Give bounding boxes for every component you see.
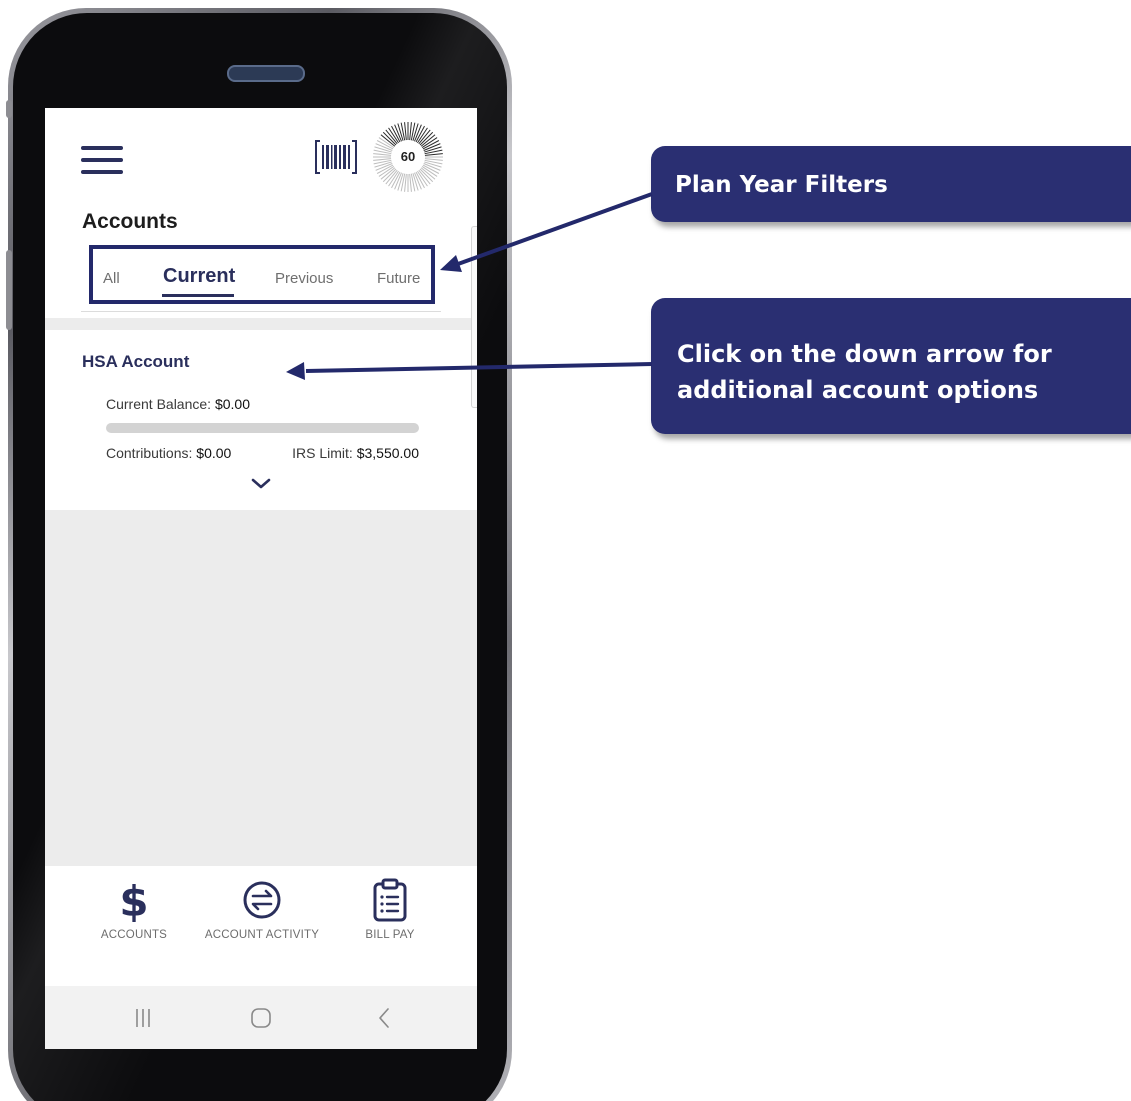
irs-limit-value: $3,550.00 [356, 445, 419, 461]
nav-bill-pay-label: BILL PAY [365, 929, 415, 941]
tabs-highlight-box [89, 245, 435, 304]
balance-value: $0.00 [214, 396, 250, 412]
header-divider [81, 311, 441, 312]
contribution-progress-bar [106, 423, 419, 433]
account-title: HSA Account [82, 352, 190, 371]
phone-screen: 60 Accounts All Current Previous Future … [45, 108, 477, 1049]
clipboard-list-icon [373, 878, 407, 922]
irs-limit: IRS Limit: $3,550.00 [292, 445, 419, 461]
nav-bill-pay[interactable]: BILL PAY [318, 866, 462, 986]
system-navigation-bar [45, 986, 477, 1049]
back-icon[interactable] [367, 1000, 403, 1036]
nav-account-activity-label: ACCOUNT ACTIVITY [204, 929, 320, 941]
wellness-score-badge[interactable]: 60 [371, 120, 445, 194]
irs-limit-label: IRS Limit: [292, 445, 353, 461]
score-value: 60 [400, 149, 416, 164]
svg-text:$: $ [119, 877, 148, 924]
page-title: Accounts [82, 210, 178, 233]
barcode-scan-icon[interactable] [313, 138, 359, 176]
plan-year-filters-text: Plan Year Filters [675, 172, 888, 198]
tutorial-canvas: 60 Accounts All Current Previous Future … [0, 0, 1131, 1101]
nav-accounts[interactable]: $ ACCOUNTS [62, 866, 206, 986]
side-button [6, 100, 12, 118]
home-icon[interactable] [243, 1000, 279, 1036]
contributions: Contributions: $0.00 [106, 445, 231, 461]
chevron-down-icon[interactable] [250, 476, 272, 492]
bottom-navigation: $ ACCOUNTS ACCOUNT ACTIVITY BILL PAY [45, 866, 477, 986]
nav-account-activity[interactable]: ACCOUNT ACTIVITY [190, 866, 334, 986]
down-arrow-callout: Click on the down arrow for additional a… [651, 298, 1131, 434]
recent-apps-icon[interactable] [125, 1000, 161, 1036]
plan-year-filters-callout: Plan Year Filters [651, 146, 1131, 222]
nav-accounts-label: ACCOUNTS [100, 929, 168, 941]
balance-label: Current Balance: [106, 396, 212, 412]
scroll-indicator[interactable] [471, 226, 477, 408]
current-balance: Current Balance: $0.00 [106, 396, 250, 412]
earpiece-speaker [227, 65, 305, 82]
down-arrow-callout-text: Click on the down arrow for additional a… [677, 340, 1052, 404]
hamburger-menu-icon[interactable] [81, 146, 123, 174]
app-header: 60 Accounts All Current Previous Future [45, 108, 477, 318]
dollar-icon: $ [119, 877, 148, 924]
volume-button [6, 250, 12, 330]
hsa-account-card: HSA Account Current Balance: $0.00 Contr… [45, 330, 477, 510]
exchange-arrows-icon [243, 881, 281, 919]
contributions-label: Contributions: [106, 445, 193, 461]
contributions-value: $0.00 [196, 445, 232, 461]
